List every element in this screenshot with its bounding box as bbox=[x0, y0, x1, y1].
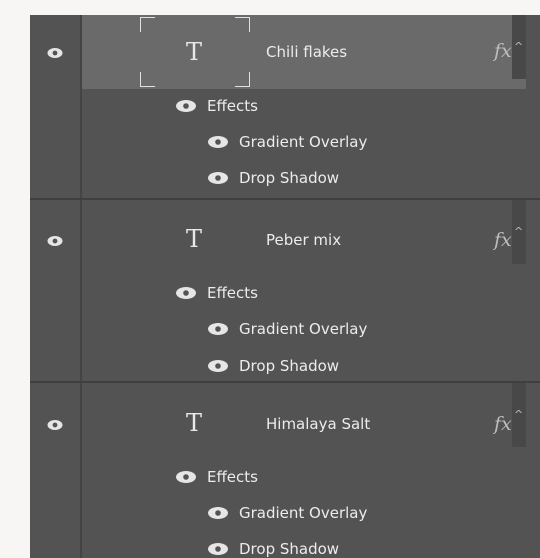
eye-icon[interactable] bbox=[47, 235, 63, 247]
layer-name[interactable]: Himalaya Salt bbox=[266, 417, 370, 432]
eye-icon[interactable] bbox=[207, 359, 229, 373]
layer-row[interactable]: T Peber mix fx ^ bbox=[82, 200, 526, 274]
eye-icon[interactable] bbox=[47, 47, 63, 59]
eye-icon[interactable] bbox=[207, 171, 229, 185]
eye-icon[interactable] bbox=[47, 419, 63, 431]
text-layer-icon: T bbox=[186, 38, 203, 66]
layer-name[interactable]: Peber mix bbox=[266, 233, 341, 248]
fx-icon[interactable]: fx bbox=[494, 231, 512, 250]
layer-group: T Peber mix fx ^ Effects Gradient Overla… bbox=[30, 198, 540, 383]
visibility-column bbox=[30, 200, 82, 383]
visibility-column bbox=[30, 15, 82, 198]
visibility-column bbox=[30, 383, 82, 558]
text-layer-icon: T bbox=[186, 225, 203, 253]
eye-icon[interactable] bbox=[175, 99, 197, 113]
effects-label: Effects bbox=[207, 468, 258, 486]
layers-panel: T Chili flakes fx ^ Effects Gradient Ove… bbox=[30, 15, 540, 558]
chevron-up-icon: ^ bbox=[514, 40, 524, 53]
fx-icon[interactable]: fx bbox=[494, 42, 512, 61]
layer-name[interactable]: Chili flakes bbox=[266, 45, 347, 60]
layer-group: T Himalaya Salt fx ^ Effects Gradient Ov… bbox=[30, 381, 540, 558]
chevron-up-icon: ^ bbox=[514, 408, 524, 421]
eye-icon[interactable] bbox=[207, 135, 229, 149]
layer-row[interactable]: T Himalaya Salt fx ^ bbox=[82, 383, 526, 457]
collapse-effects-button[interactable]: ^ bbox=[512, 383, 526, 447]
layer-group: T Chili flakes fx ^ Effects Gradient Ove… bbox=[30, 15, 540, 198]
effect-label: Drop Shadow bbox=[239, 169, 340, 187]
eye-icon[interactable] bbox=[175, 286, 197, 300]
eye-icon[interactable] bbox=[207, 506, 229, 520]
collapse-effects-button[interactable]: ^ bbox=[512, 15, 526, 79]
effects-label: Effects bbox=[207, 284, 258, 302]
chevron-up-icon: ^ bbox=[514, 225, 524, 238]
layer-row[interactable]: T Chili flakes fx ^ bbox=[82, 15, 526, 89]
eye-icon[interactable] bbox=[207, 322, 229, 336]
effect-label: Gradient Overlay bbox=[239, 504, 368, 522]
eye-icon[interactable] bbox=[207, 542, 229, 556]
collapse-effects-button[interactable]: ^ bbox=[512, 200, 526, 264]
text-layer-icon: T bbox=[186, 409, 203, 437]
eye-icon[interactable] bbox=[175, 470, 197, 484]
effects-label: Effects bbox=[207, 97, 258, 115]
effect-label: Gradient Overlay bbox=[239, 133, 368, 151]
fx-icon[interactable]: fx bbox=[494, 415, 512, 434]
effect-label: Drop Shadow bbox=[239, 357, 340, 375]
effect-label: Drop Shadow bbox=[239, 540, 340, 558]
effect-label: Gradient Overlay bbox=[239, 320, 368, 338]
